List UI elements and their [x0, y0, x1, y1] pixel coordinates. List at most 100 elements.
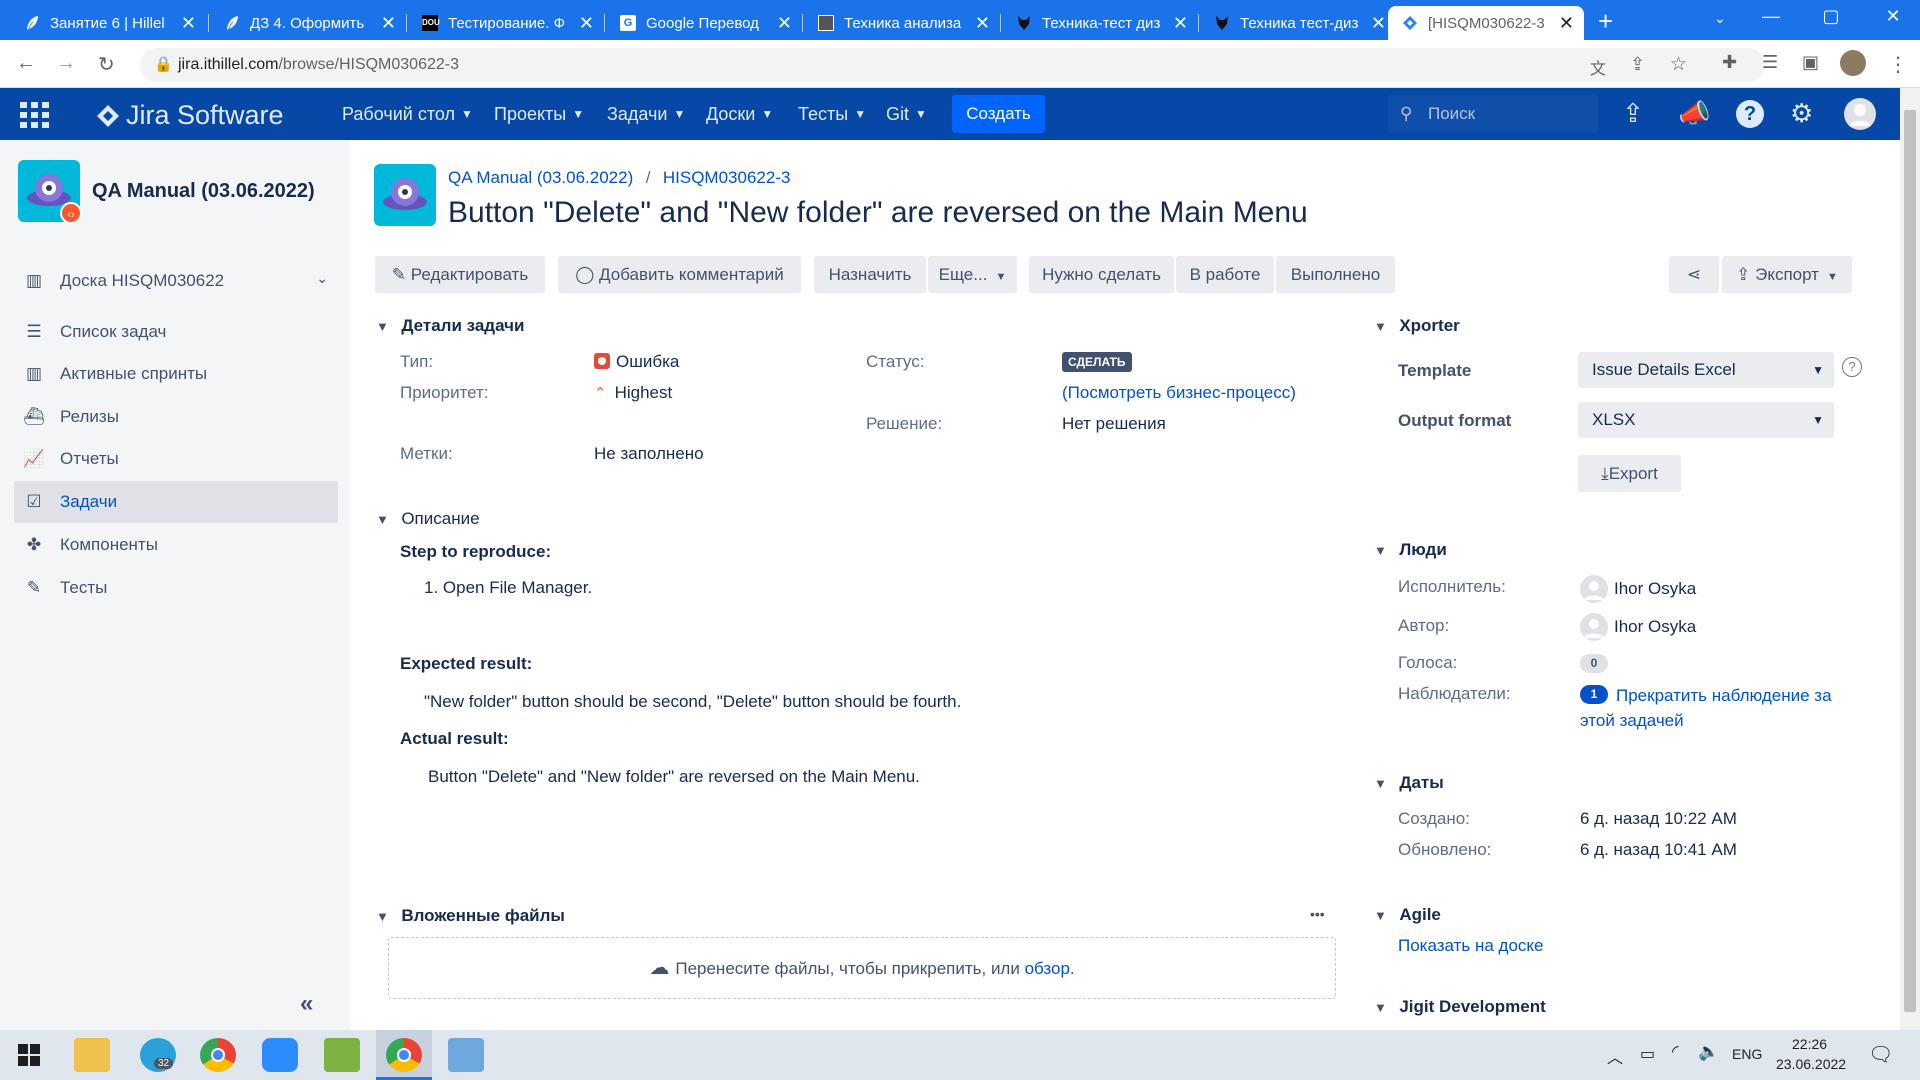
- zoom-icon[interactable]: [262, 1038, 298, 1072]
- template-select[interactable]: Issue Details Excel ▼: [1578, 352, 1834, 388]
- browser-tab[interactable]: Техника анализа ✕: [804, 6, 1000, 40]
- sidebar-item-reports[interactable]: 📈 Отчеты: [14, 438, 338, 480]
- sidebar-item-issues[interactable]: ☑ Задачи: [14, 481, 338, 523]
- breadcrumb-issue-key[interactable]: HISQM030622-3: [663, 168, 791, 187]
- browser-tab-active[interactable]: [HISQM030622-3 ✕: [1388, 6, 1584, 40]
- chevron-up-icon[interactable]: ︿: [1607, 1044, 1623, 1068]
- telegram-icon[interactable]: 32: [140, 1038, 176, 1072]
- browser-tab[interactable]: G Google Перевод ✕: [606, 6, 802, 40]
- search-input[interactable]: ⚲ Поиск: [1388, 95, 1598, 133]
- assignee-value[interactable]: Ihor Osyka: [1580, 575, 1696, 603]
- clock-time[interactable]: 22:26: [1792, 1036, 1827, 1052]
- show-on-board-link[interactable]: Показать на доске: [1398, 936, 1544, 956]
- speaker-icon[interactable]: 🔈: [1698, 1042, 1719, 1062]
- reporter-value[interactable]: Ihor Osyka: [1580, 613, 1696, 641]
- sidebar-item-releases[interactable]: ⛴ Релизы: [14, 396, 338, 438]
- attachments-section-header[interactable]: ▼ Вложенные файлы: [376, 906, 565, 926]
- add-comment-button[interactable]: ◯ Добавить комментарий: [558, 256, 801, 293]
- file-explorer-icon[interactable]: [74, 1038, 110, 1072]
- transition-todo-button[interactable]: Нужно сделать: [1029, 256, 1174, 293]
- browse-link[interactable]: обзор.: [1025, 959, 1075, 978]
- nav-dashboard[interactable]: Рабочий стол ▼: [342, 104, 473, 125]
- minimize-button[interactable]: —: [1748, 6, 1794, 27]
- notifications-megaphone-icon[interactable]: 📣: [1678, 98, 1710, 129]
- notepad-icon[interactable]: [324, 1038, 360, 1072]
- close-window-button[interactable]: ✕: [1870, 6, 1916, 27]
- windows-start-icon[interactable]: [18, 1044, 40, 1071]
- transition-inprogress-button[interactable]: В работе: [1176, 256, 1274, 293]
- details-section-header[interactable]: ▼ Детали задачи: [376, 316, 524, 336]
- bookmark-star-icon[interactable]: ☆: [1670, 53, 1687, 76]
- close-tab-icon[interactable]: ✕: [1173, 13, 1188, 34]
- jigit-section-header[interactable]: ▼ Jigit Development: [1374, 997, 1546, 1017]
- reading-list-icon[interactable]: ☰: [1762, 52, 1778, 73]
- assign-button[interactable]: Назначить: [814, 256, 926, 293]
- help-icon[interactable]: ?: [1736, 100, 1764, 128]
- edit-button[interactable]: ✎ Редактировать: [375, 256, 545, 293]
- battery-icon[interactable]: ▭: [1640, 1044, 1655, 1064]
- project-avatar[interactable]: ‹›: [18, 160, 82, 224]
- export-dropdown-button[interactable]: ⇪ Экспорт ▼: [1722, 256, 1852, 293]
- close-tab-icon[interactable]: ✕: [181, 13, 196, 34]
- url-bar[interactable]: 🔒 jira.ithillel.com/browse/HISQM030622-3…: [140, 48, 1765, 82]
- browser-tab[interactable]: Занятие 6 | Hillel ✕: [10, 6, 206, 40]
- nav-issues[interactable]: Задачи ▼: [607, 104, 685, 125]
- browser-tab[interactable]: Техника тест-диз ✕: [1200, 6, 1396, 40]
- back-arrow-icon[interactable]: ←: [16, 52, 36, 75]
- transition-done-button[interactable]: Выполнено: [1276, 256, 1395, 293]
- help-icon[interactable]: ?: [1842, 357, 1862, 377]
- maximize-button[interactable]: ▢: [1808, 6, 1854, 27]
- input-language[interactable]: ENG: [1732, 1046, 1762, 1062]
- gear-icon[interactable]: ⚙: [1790, 98, 1813, 129]
- scrollbar-thumb[interactable]: [1904, 110, 1916, 1012]
- share-icon[interactable]: ⇪: [1630, 54, 1645, 75]
- description-section-header[interactable]: ▼ Описание: [376, 509, 480, 529]
- issue-project-avatar[interactable]: [374, 164, 436, 226]
- paint-icon[interactable]: [448, 1038, 484, 1072]
- attachments-more-icon[interactable]: •••: [1310, 906, 1325, 922]
- browser-tab[interactable]: DOU Тестирование. Ф ✕: [408, 6, 604, 40]
- notification-center-icon[interactable]: 🗨: [1868, 1042, 1893, 1067]
- xporter-section-header[interactable]: ▼ Xporter: [1374, 316, 1460, 336]
- app-switcher-icon[interactable]: [20, 102, 50, 133]
- close-tab-icon[interactable]: ✕: [381, 13, 396, 34]
- create-button[interactable]: Создать: [952, 95, 1045, 133]
- output-format-select[interactable]: XLSX ▼: [1578, 402, 1834, 438]
- close-tab-icon[interactable]: ✕: [777, 13, 792, 34]
- translate-page-icon[interactable]: 文: [1590, 55, 1606, 79]
- browser-menu-icon[interactable]: ⋮: [1888, 52, 1908, 77]
- sidebar-board-selector[interactable]: ▥ Доска HISQM030622 ⌄: [14, 260, 338, 302]
- dates-section-header[interactable]: ▼ Даты: [1374, 773, 1444, 793]
- stop-watching-link[interactable]: Прекратить наблюдение за этой задачей: [1580, 683, 1850, 733]
- nav-git[interactable]: Git ▼: [886, 104, 927, 125]
- close-tab-icon[interactable]: ✕: [579, 13, 594, 34]
- nav-tests[interactable]: Тесты ▼: [798, 104, 866, 125]
- browser-tab[interactable]: ДЗ 4. Оформить ✕: [210, 6, 406, 40]
- jira-logo[interactable]: Jira Software: [96, 100, 284, 131]
- sidebar-item-active-sprints[interactable]: ▥ Активные спринты: [14, 353, 338, 395]
- new-tab-button[interactable]: +: [1598, 6, 1613, 37]
- forward-arrow-icon[interactable]: →: [56, 52, 76, 75]
- user-avatar[interactable]: [1844, 98, 1876, 130]
- chrome-icon[interactable]: [386, 1038, 422, 1072]
- extensions-icon[interactable]: ✚: [1722, 52, 1737, 73]
- reload-icon[interactable]: ↻: [98, 52, 115, 77]
- close-tab-icon[interactable]: ✕: [1371, 13, 1386, 34]
- breadcrumb-project-link[interactable]: QA Manual (03.06.2022): [448, 168, 633, 187]
- more-actions-button[interactable]: Еще... ▼: [928, 256, 1017, 293]
- page-scrollbar[interactable]: [1900, 88, 1920, 1030]
- sidebar-item-tests[interactable]: ✎ Тесты: [14, 567, 338, 609]
- wifi-icon[interactable]: ◜: [1672, 1042, 1679, 1062]
- project-name[interactable]: QA Manual (03.06.2022): [92, 180, 315, 203]
- xporter-export-button[interactable]: ⤓Export: [1578, 455, 1681, 492]
- sidebar-item-backlog[interactable]: ☰ Список задач: [14, 311, 338, 353]
- profile-avatar[interactable]: [1840, 50, 1866, 76]
- share-button[interactable]: ⋖: [1669, 256, 1719, 293]
- nav-boards[interactable]: Доски ▼: [706, 104, 773, 125]
- tab-search-icon[interactable]: ⌄: [1697, 10, 1743, 27]
- workflow-link[interactable]: (Посмотреть бизнес-процесс): [1062, 383, 1296, 403]
- attachment-dropzone[interactable]: ☁ Перенесите файлы, чтобы прикрепить, или…: [388, 937, 1336, 999]
- side-panel-icon[interactable]: ▣: [1802, 52, 1819, 73]
- collapse-sidebar-button[interactable]: «: [300, 990, 313, 1018]
- clock-date[interactable]: 23.06.2022: [1776, 1056, 1846, 1072]
